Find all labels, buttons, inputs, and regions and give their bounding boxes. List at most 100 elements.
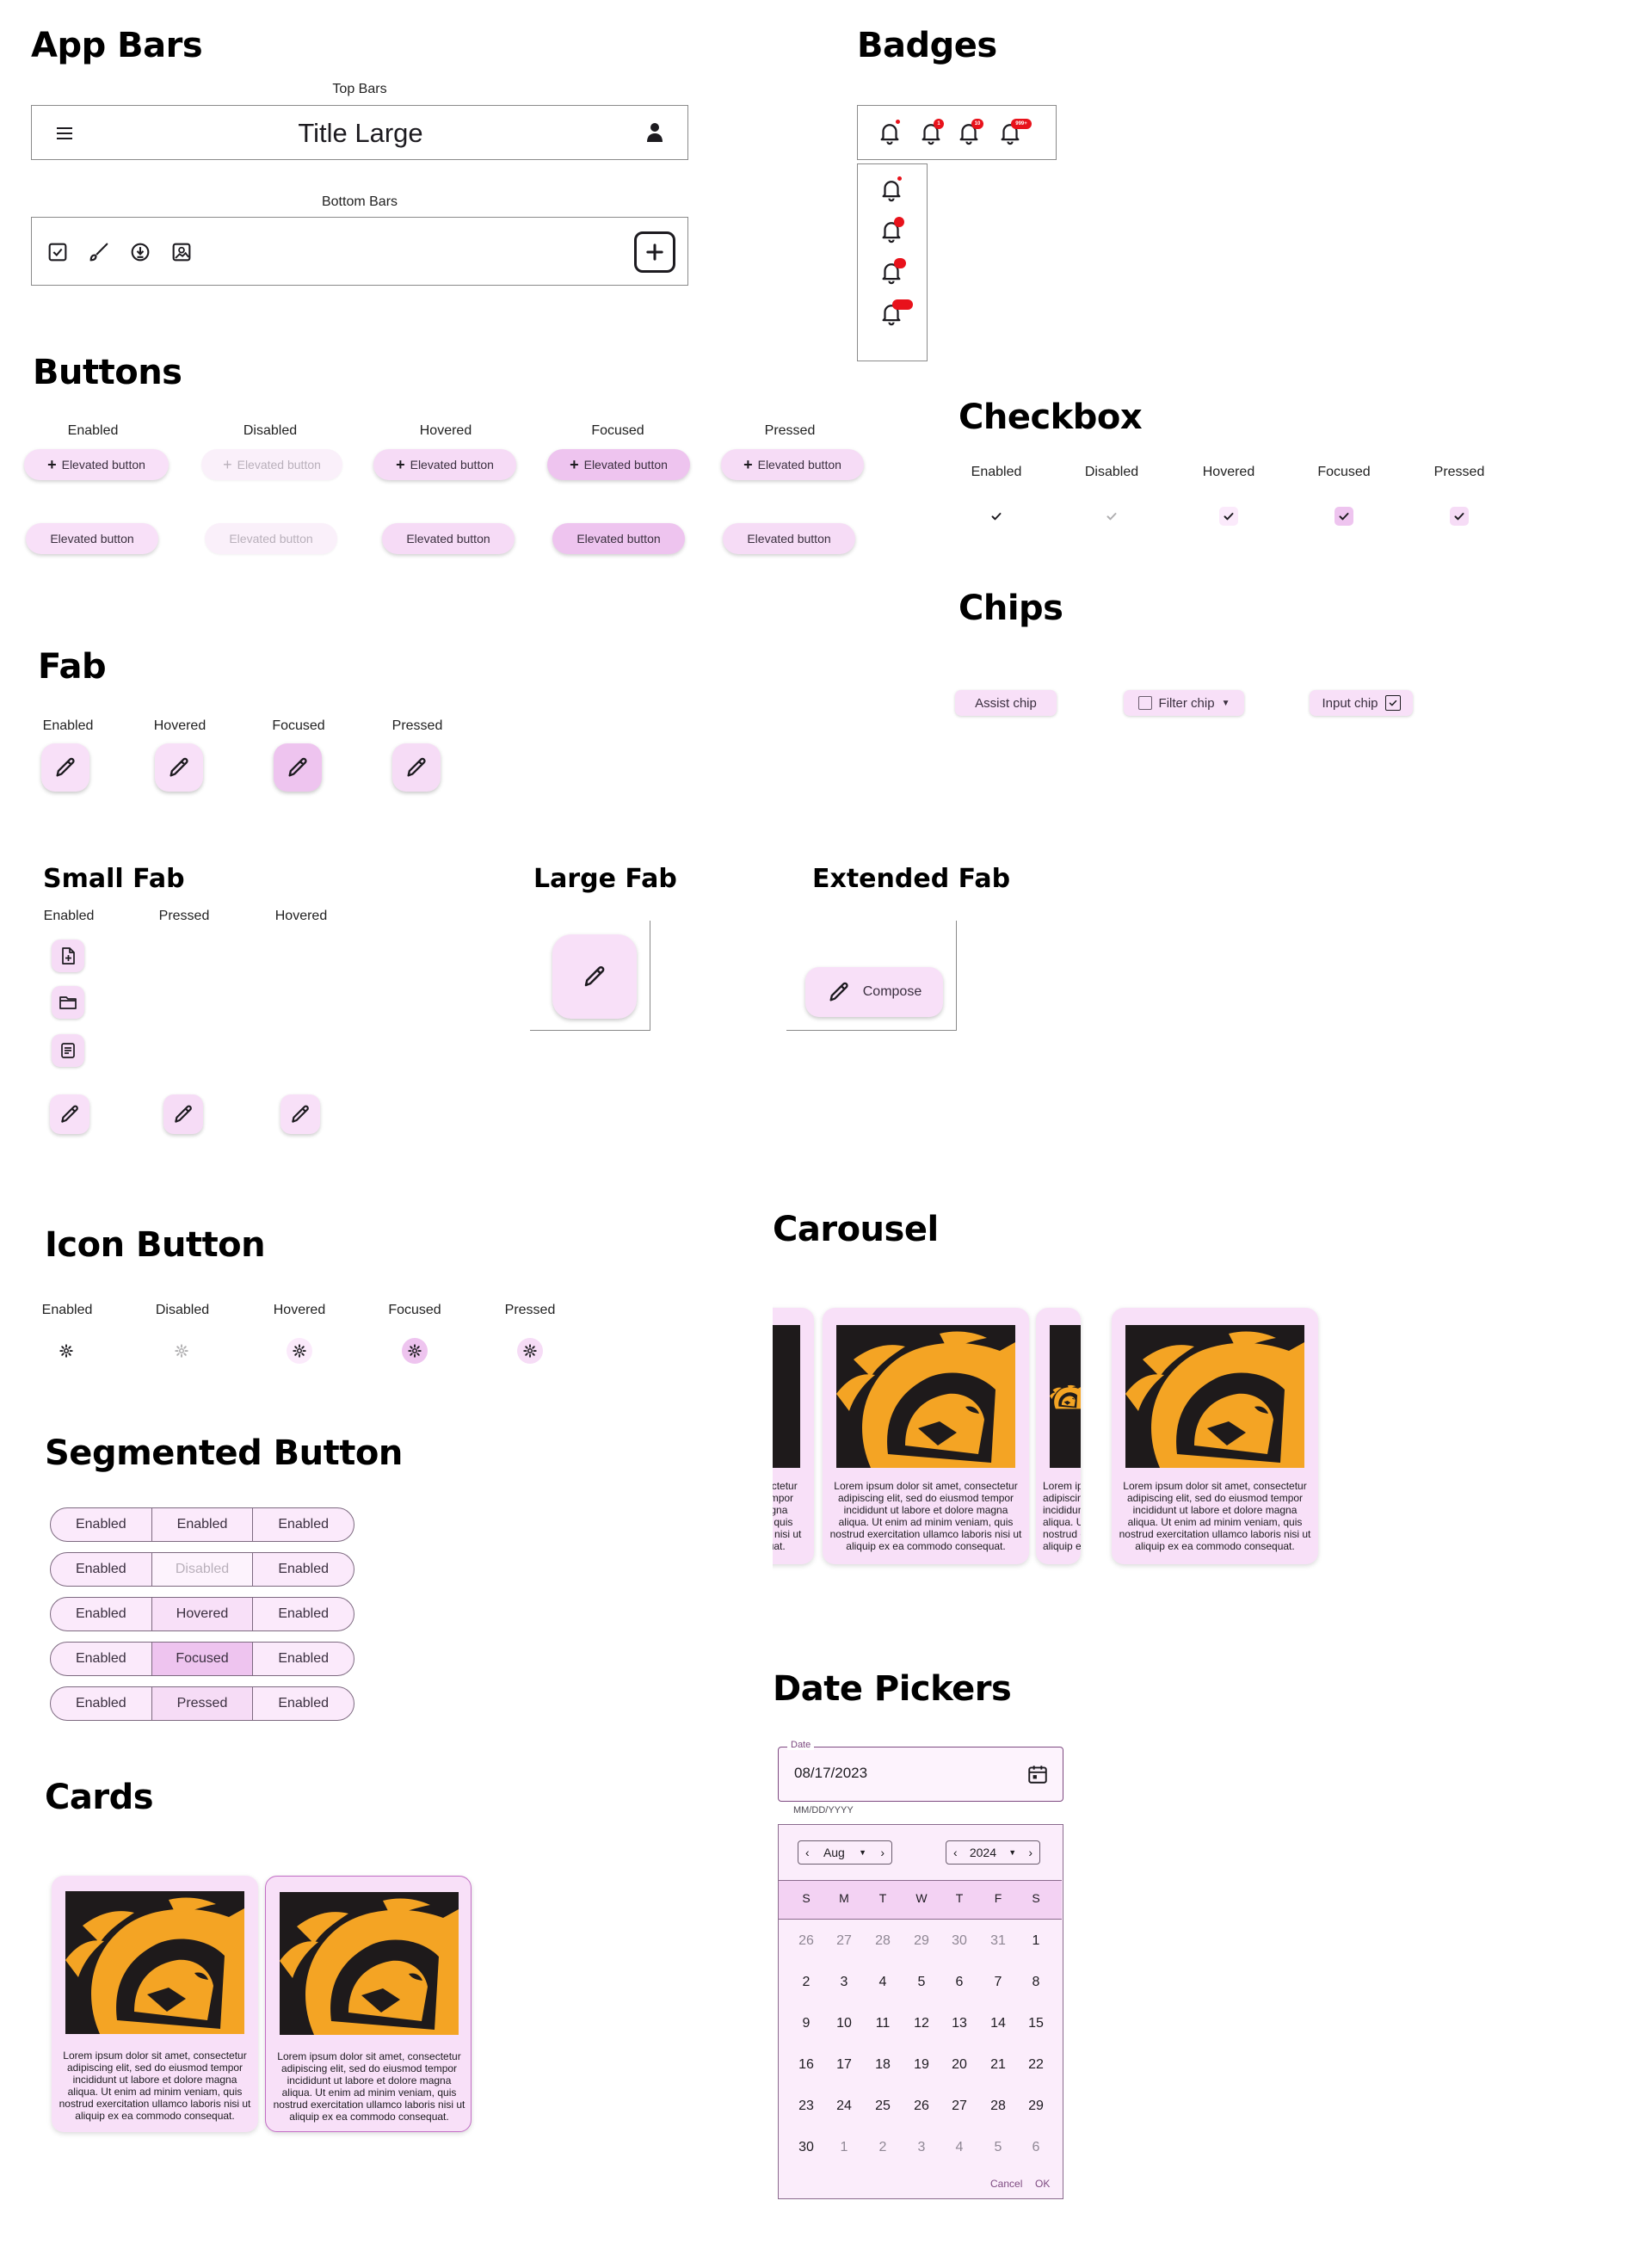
segment-pressed[interactable]: Pressed: [151, 1687, 254, 1720]
elevated-button-icon[interactable]: + Elevated button: [24, 449, 169, 480]
calendar-day[interactable]: 21: [981, 2057, 1015, 2073]
checkbox-hovered[interactable]: [1219, 507, 1238, 526]
calendar-day[interactable]: 9: [789, 2016, 823, 2031]
calendar-day[interactable]: 29: [1019, 2099, 1053, 2114]
calendar-day-outside[interactable]: 6: [1019, 2140, 1053, 2155]
carousel-item-peek[interactable]: Lorem ipsum dolor sit amet, consectetur …: [773, 1308, 814, 1564]
bell-icon[interactable]: 1: [918, 119, 944, 145]
add-fab[interactable]: [634, 231, 675, 273]
bell-icon[interactable]: [878, 299, 913, 326]
input-chip[interactable]: Input chip: [1310, 690, 1413, 716]
calendar-day[interactable]: 4: [866, 1975, 900, 1990]
folder-fab[interactable]: [52, 986, 84, 1019]
calendar-day[interactable]: 7: [981, 1975, 1015, 1990]
month-selector[interactable]: ‹ Aug ▼ ›: [798, 1840, 892, 1865]
segment-focused[interactable]: Focused: [151, 1643, 254, 1675]
segment[interactable]: Enabled: [253, 1553, 354, 1586]
carousel-item[interactable]: Lorem ipsum dolor sit amet, consectetur …: [823, 1308, 1029, 1564]
calendar-day[interactable]: 2: [789, 1975, 823, 1990]
bell-icon[interactable]: [877, 120, 903, 145]
segmented-button[interactable]: Enabled Pressed Enabled: [50, 1686, 354, 1721]
calendar-day[interactable]: 13: [942, 2016, 977, 2031]
elevated-card[interactable]: Lorem ipsum dolor sit amet, consectetur …: [52, 1876, 258, 2132]
note-add-fab[interactable]: [52, 940, 84, 972]
calendar-day[interactable]: 1: [1019, 1933, 1053, 1949]
checkbox-focused[interactable]: [1335, 507, 1353, 526]
checkbox-pressed[interactable]: [1450, 507, 1469, 526]
segment[interactable]: Enabled: [51, 1553, 152, 1586]
calendar-day[interactable]: 12: [904, 2016, 939, 2031]
carousel-item-small[interactable]: Lorem ipsum dolor sit amet, consectetur …: [1036, 1308, 1081, 1564]
calendar-day[interactable]: 26: [904, 2099, 939, 2114]
calendar-day[interactable]: 22: [1019, 2057, 1053, 2073]
calendar-day[interactable]: 3: [827, 1975, 861, 1990]
segment[interactable]: Enabled: [253, 1687, 354, 1720]
calendar-day[interactable]: 25: [866, 2099, 900, 2114]
year-selector[interactable]: ‹ 2024 ▼ ›: [946, 1840, 1040, 1865]
fab-enabled[interactable]: [41, 743, 89, 792]
calendar-day-outside[interactable]: 4: [942, 2140, 977, 2155]
carousel[interactable]: Lorem ipsum dolor sit amet, consectetur …: [773, 1299, 1341, 1575]
small-fab-hovered[interactable]: [280, 1094, 320, 1134]
calendar-day-outside[interactable]: 29: [904, 1933, 939, 1949]
calendar-day[interactable]: 28: [981, 2099, 1015, 2114]
mic-icon[interactable]: [128, 240, 152, 264]
segment[interactable]: Enabled: [51, 1598, 152, 1630]
calendar-day-outside[interactable]: 31: [981, 1933, 1015, 1949]
filter-chip[interactable]: Filter chip ▼: [1124, 690, 1244, 716]
icon-button-focused[interactable]: [402, 1338, 428, 1364]
icon-button-pressed[interactable]: [517, 1338, 543, 1364]
calendar-day[interactable]: 17: [827, 2057, 861, 2073]
checkbox-enabled[interactable]: [987, 507, 1006, 526]
extended-fab[interactable]: Compose: [805, 967, 943, 1017]
elevated-button[interactable]: Elevated button: [26, 523, 158, 554]
segment[interactable]: Enabled: [51, 1508, 152, 1541]
brush-icon[interactable]: [87, 240, 111, 264]
cancel-button[interactable]: Cancel: [990, 2178, 1022, 2190]
segmented-button[interactable]: Enabled Focused Enabled: [50, 1642, 354, 1676]
elevated-button-pressed[interactable]: Elevated button: [723, 523, 855, 554]
elevated-button-focused[interactable]: Elevated button: [552, 523, 685, 554]
calendar-day[interactable]: 20: [942, 2057, 977, 2073]
large-fab[interactable]: [552, 934, 637, 1019]
date-field[interactable]: Date 08/17/2023: [778, 1740, 1063, 1802]
segment[interactable]: Enabled: [253, 1598, 354, 1630]
elevated-button-icon-focused[interactable]: + Elevated button: [547, 449, 690, 480]
calendar-day[interactable]: 24: [827, 2099, 861, 2114]
icon-button-hovered[interactable]: [287, 1338, 312, 1364]
segment[interactable]: Enabled: [253, 1508, 354, 1541]
elevated-button-icon-pressed[interactable]: + Elevated button: [721, 449, 864, 480]
article-fab[interactable]: [52, 1034, 84, 1067]
calendar-day-outside[interactable]: 28: [866, 1933, 900, 1949]
bell-icon[interactable]: [878, 217, 904, 243]
calendar-day[interactable]: 6: [942, 1975, 977, 1990]
bell-icon[interactable]: [878, 176, 904, 202]
icon-button-enabled[interactable]: [53, 1338, 79, 1364]
fab-pressed[interactable]: [392, 743, 441, 792]
calendar-day[interactable]: 18: [866, 2057, 900, 2073]
calendar-day[interactable]: 11: [866, 2016, 900, 2031]
calendar-day[interactable]: 30: [789, 2140, 823, 2155]
calendar-day[interactable]: 14: [981, 2016, 1015, 2031]
calendar-day[interactable]: 15: [1019, 2016, 1053, 2031]
fab-focused[interactable]: [274, 743, 322, 792]
calendar-day[interactable]: 23: [789, 2099, 823, 2114]
calendar-day[interactable]: 8: [1019, 1975, 1053, 1990]
calendar-day-outside[interactable]: 5: [981, 2140, 1015, 2155]
elevated-button-hovered[interactable]: Elevated button: [382, 523, 515, 554]
segment[interactable]: Enabled: [152, 1508, 254, 1541]
ok-button[interactable]: OK: [1035, 2178, 1050, 2190]
assist-chip[interactable]: Assist chip: [955, 690, 1057, 716]
bell-icon[interactable]: 999+: [997, 119, 1032, 145]
calendar-day-outside[interactable]: 2: [866, 2140, 900, 2155]
segmented-button[interactable]: Enabled Disabled Enabled: [50, 1552, 354, 1587]
elevated-button-icon-hovered[interactable]: + Elevated button: [373, 449, 516, 480]
small-fab-enabled[interactable]: [50, 1094, 89, 1134]
calendar-day-outside[interactable]: 30: [942, 1933, 977, 1949]
calendar-day-outside[interactable]: 1: [827, 2140, 861, 2155]
account-icon[interactable]: [644, 121, 665, 144]
calendar-day[interactable]: 10: [827, 2016, 861, 2031]
segment[interactable]: Enabled: [51, 1643, 152, 1675]
fab-hovered[interactable]: [155, 743, 203, 792]
bell-icon[interactable]: 10: [956, 119, 983, 145]
